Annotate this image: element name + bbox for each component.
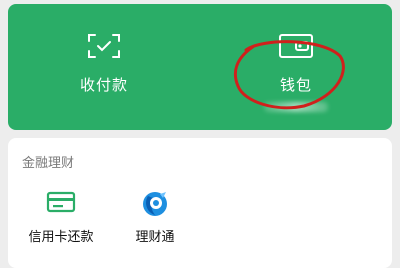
scan-check-icon — [86, 32, 122, 65]
wallet-icon — [278, 32, 314, 65]
licaitong-label: 理财通 — [135, 229, 175, 244]
credit-card-label: 信用卡还款 — [28, 229, 94, 244]
wallet-balance-blurred — [264, 102, 328, 112]
credit-card-icon — [46, 190, 76, 219]
pay-button[interactable]: 收付款 — [8, 4, 200, 130]
section-title: 金融理财 — [22, 155, 75, 170]
top-card: 收付款 钱包 — [8, 4, 392, 130]
licaitong-icon — [140, 190, 170, 223]
finance-section: 金融理财 信用卡还款 理财通 — [8, 138, 392, 268]
wallet-label: 钱包 — [279, 77, 312, 94]
licaitong-button[interactable]: 理财通 — [110, 190, 200, 250]
credit-card-repay-button[interactable]: 信用卡还款 — [16, 190, 106, 250]
pay-label: 收付款 — [79, 77, 128, 94]
